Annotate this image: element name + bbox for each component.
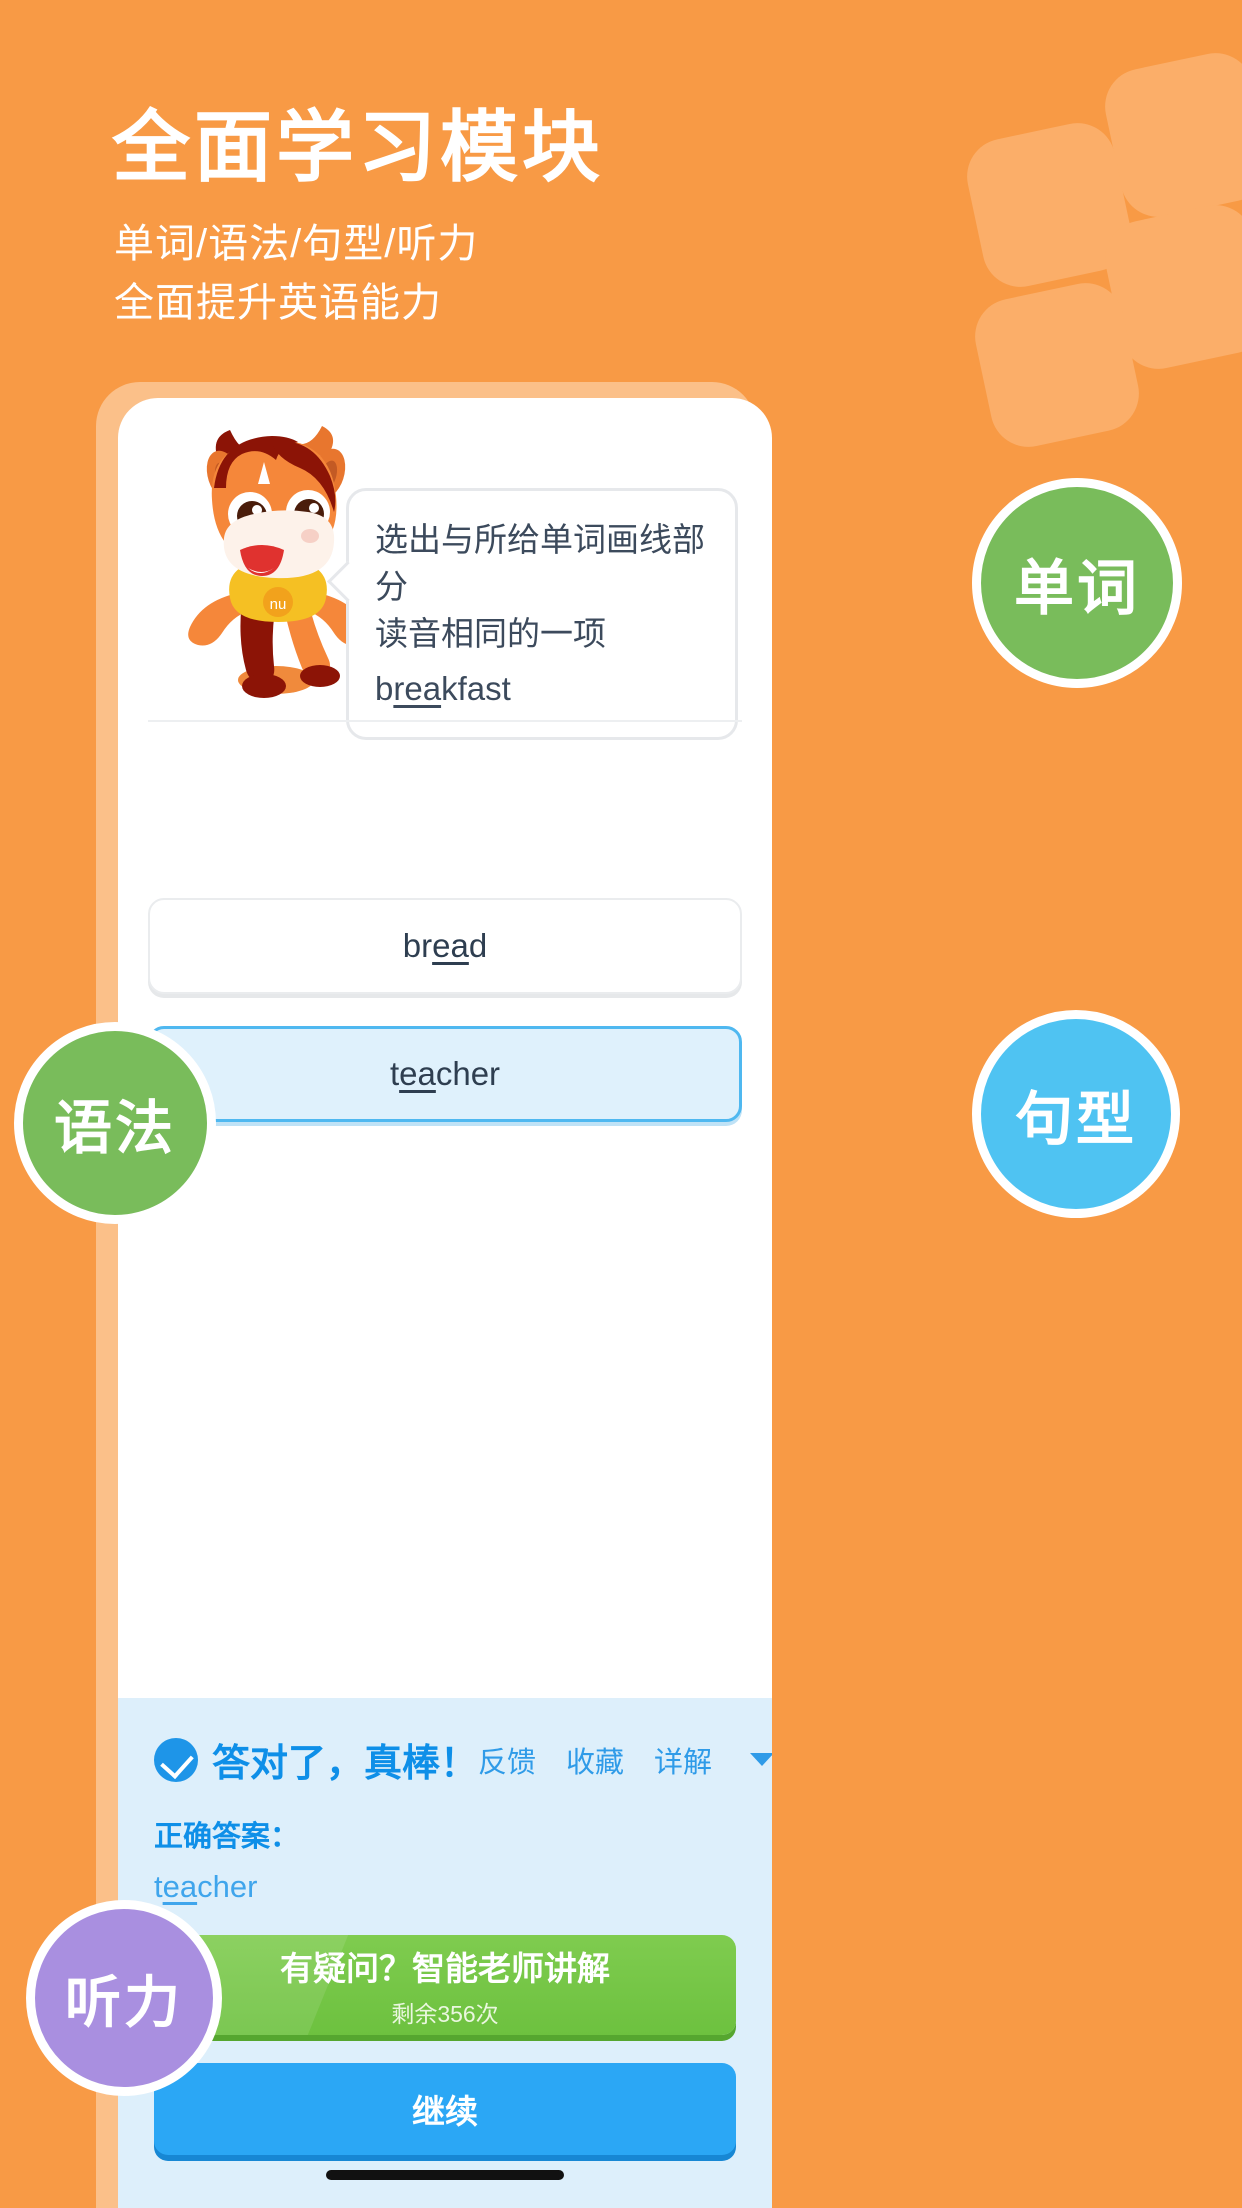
badge-sentence[interactable]: 句型 [972,1010,1180,1218]
continue-button[interactable]: 继续 [154,2063,736,2155]
option-suffix: cher [435,1055,501,1092]
question-prompt-line-1: 选出与所给单词画线部分 [375,521,705,605]
answer-suffix: cher [197,1869,258,1904]
feedback-button[interactable]: 反馈 [478,1739,536,1781]
word-prefix: b [375,669,394,707]
svg-text:nu: nu [270,596,287,613]
explanation-label: 详解 [654,1746,713,1779]
option-underlined-part: ea [399,1055,436,1092]
badge-vocabulary[interactable]: 单词 [972,478,1182,688]
subtitle-line-1: 单词/语法/句型/听力 [114,222,479,266]
option-suffix: d [468,927,488,964]
feedback-title: 答对了，真棒！ [212,1743,479,1785]
feedback-actions: 反馈 收藏 详解 [478,1739,772,1781]
word-suffix: kfast [441,669,511,707]
badge-grammar[interactable]: 语法 [14,1022,216,1224]
answer-option-teacher[interactable]: t ea cher [148,1026,742,1122]
question-prompt-line-2: 读音相同的一项 [375,614,606,652]
subtitle-line-2: 全面提升英语能力 [114,281,442,326]
badge-listening[interactable]: 听力 [26,1900,222,2096]
ai-teacher-main-label: 有疑问？智能老师讲解 [280,1949,610,1987]
correct-answer-value: teacher [154,1869,736,1905]
home-indicator [326,2170,564,2180]
question-area: nu 选出与所给单词画线部分 读音相同的一项 breakfast [118,398,772,741]
ai-teacher-remaining-count: 剩余356次 [391,2000,499,2027]
question-divider [148,720,742,722]
option-underlined-part: ea [432,927,469,964]
answer-options-list: br ea d t ea cher [118,898,772,1154]
answer-prefix: t [154,1869,163,1904]
favorite-button[interactable]: 收藏 [566,1739,624,1781]
chevron-down-icon[interactable] [750,1753,772,1766]
question-target-word: breakfast [375,664,713,714]
explanation-button[interactable]: 详解 [654,1739,712,1781]
correct-answer-label: 正确答案： [154,1821,300,1853]
answer-underlined-part: ea [162,1869,198,1904]
phone-screen: nu 选出与所给单词画线部分 读音相同的一项 breakfast br ea d… [118,398,772,2208]
check-circle-icon [154,1737,198,1782]
word-underlined-part: rea [393,669,442,707]
feedback-header-row: 答对了，真棒！ 反馈 收藏 详解 [154,1732,772,1787]
page-title: 全面学习模块 [112,103,605,191]
ai-teacher-button[interactable]: 有疑问？智能老师讲解 剩余356次 [154,1935,736,2035]
option-prefix: t [389,1055,400,1092]
option-prefix: br [402,927,433,964]
page-subtitle: 单词/语法/句型/听力 全面提升英语能力 [114,215,478,333]
decorative-square [968,276,1146,454]
answer-option-bread[interactable]: br ea d [148,898,742,994]
question-speech-bubble: 选出与所给单词画线部分 读音相同的一项 breakfast [346,488,738,741]
feedback-panel: 答对了，真棒！ 反馈 收藏 详解 正确答案： teacher 有疑问？智能老师讲… [118,1698,772,2208]
